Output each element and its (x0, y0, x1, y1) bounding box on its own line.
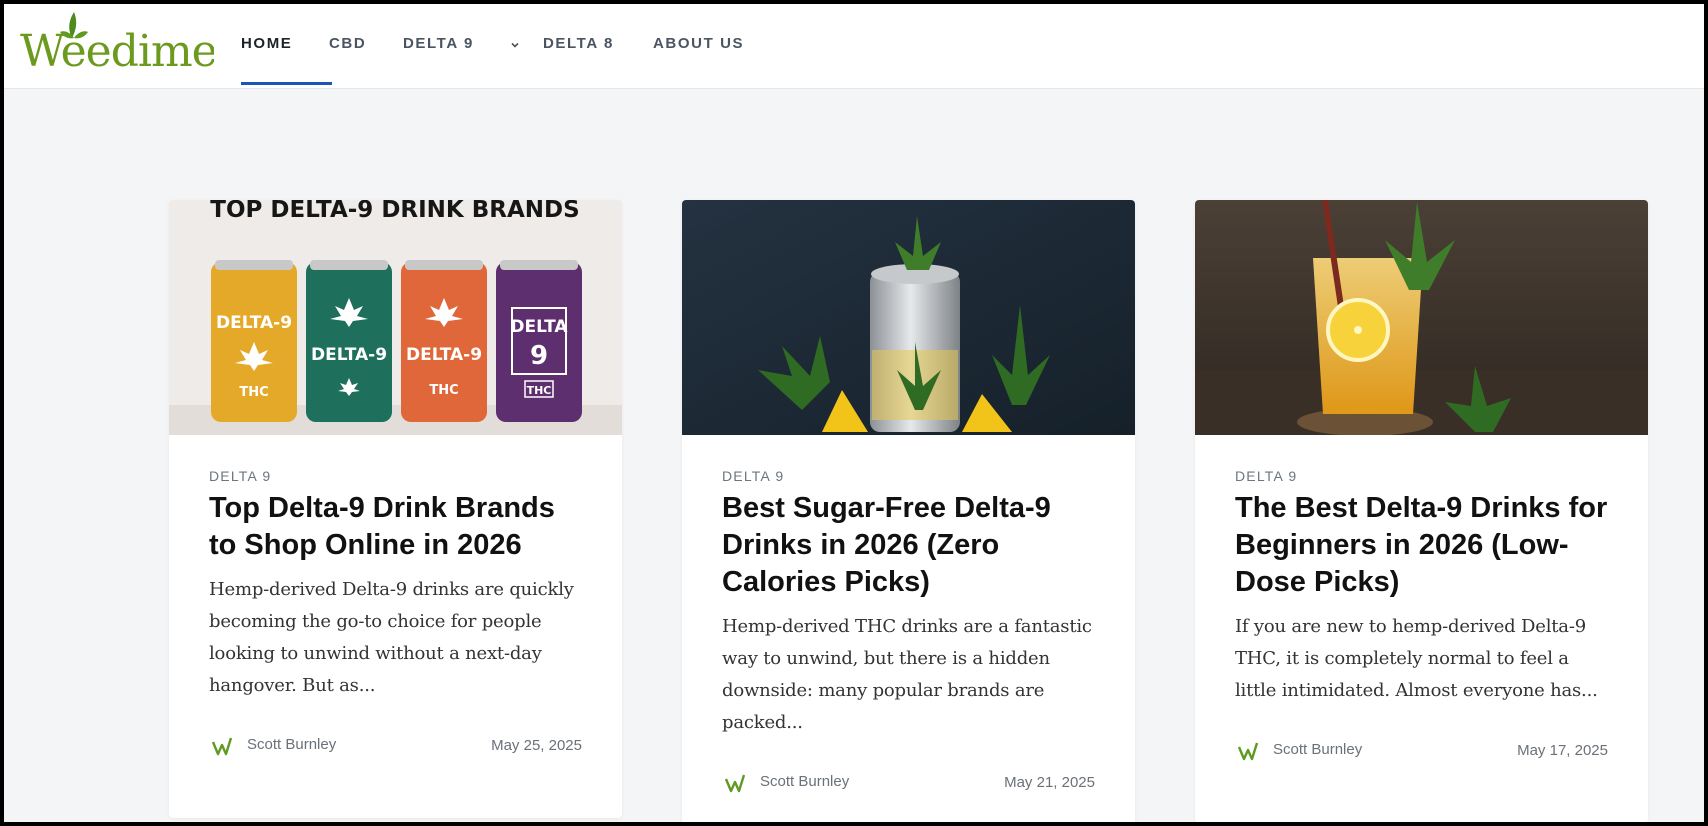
svg-text:THC: THC (239, 385, 268, 400)
active-nav-indicator (241, 82, 332, 85)
post-image-drink-can-lemon[interactable] (682, 200, 1135, 435)
svg-text:DELTA-9: DELTA-9 (311, 345, 387, 365)
author-avatar-icon[interactable] (1237, 739, 1259, 761)
post-title[interactable]: Top Delta-9 Drink Brands to Shop Online … (209, 490, 582, 564)
post-title[interactable]: Best Sugar-Free Delta-9 Drinks in 2026 (… (722, 490, 1095, 601)
svg-text:DELTA: DELTA (510, 317, 568, 337)
site-logo[interactable]: Weedime (18, 8, 214, 74)
nav-home[interactable]: HOME (241, 35, 292, 52)
post-card[interactable]: TOP DELTA-9 DRINK BRANDS DELTA-9 THC DEL… (169, 200, 622, 818)
post-excerpt: Hemp-derived THC drinks are a fantastic … (722, 616, 1092, 733)
post-date: May 21, 2025 (1004, 774, 1095, 791)
post-image-iced-drink[interactable] (1195, 200, 1648, 435)
svg-text:THC: THC (429, 383, 458, 398)
post-author[interactable]: Scott Burnley (247, 736, 336, 753)
post-card[interactable]: DELTA 9 The Best Delta-9 Drinks for Begi… (1195, 200, 1648, 822)
svg-text:DELTA-9: DELTA-9 (406, 345, 482, 365)
svg-text:9: 9 (530, 341, 548, 371)
post-image-drink-cans[interactable]: TOP DELTA-9 DRINK BRANDS DELTA-9 THC DEL… (169, 200, 622, 435)
author-avatar-icon[interactable] (724, 771, 746, 793)
nav-about-us[interactable]: ABOUT US (653, 35, 744, 52)
post-card[interactable]: DELTA 9 Best Sugar-Free Delta-9 Drinks i… (682, 200, 1135, 822)
site-header: Weedime HOME CBD DELTA 9 DELTA 8 ABOUT U… (4, 4, 1704, 89)
svg-text:THC: THC (527, 384, 552, 397)
post-author[interactable]: Scott Burnley (1273, 741, 1362, 758)
post-meta: Scott Burnley May 25, 2025 (209, 732, 582, 762)
nav-delta-9[interactable]: DELTA 9 (403, 35, 474, 52)
post-category[interactable]: DELTA 9 (1235, 468, 1608, 484)
post-date: May 17, 2025 (1517, 742, 1608, 759)
nav-delta-8[interactable]: DELTA 8 (543, 35, 614, 52)
image-headline: TOP DELTA-9 DRINK BRANDS (210, 200, 579, 223)
post-meta: Scott Burnley May 17, 2025 (1235, 737, 1608, 767)
post-category[interactable]: DELTA 9 (209, 468, 582, 484)
page-frame: Weedime HOME CBD DELTA 9 DELTA 8 ABOUT U… (4, 4, 1704, 822)
logo-text: Weedime (20, 26, 214, 74)
svg-text:DELTA-9: DELTA-9 (216, 313, 292, 333)
nav-cbd[interactable]: CBD (329, 35, 366, 52)
post-meta: Scott Burnley May 21, 2025 (722, 769, 1095, 799)
post-category[interactable]: DELTA 9 (722, 468, 1095, 484)
post-date: May 25, 2025 (491, 737, 582, 754)
author-avatar-icon[interactable] (211, 734, 233, 756)
chevron-down-icon[interactable] (511, 41, 519, 49)
post-author[interactable]: Scott Burnley (760, 773, 849, 790)
post-title[interactable]: The Best Delta-9 Drinks for Beginners in… (1235, 490, 1608, 601)
post-excerpt: Hemp-derived Delta-9 drinks are quickly … (209, 579, 574, 696)
post-excerpt: If you are new to hemp-derived Delta-9 T… (1235, 616, 1598, 701)
